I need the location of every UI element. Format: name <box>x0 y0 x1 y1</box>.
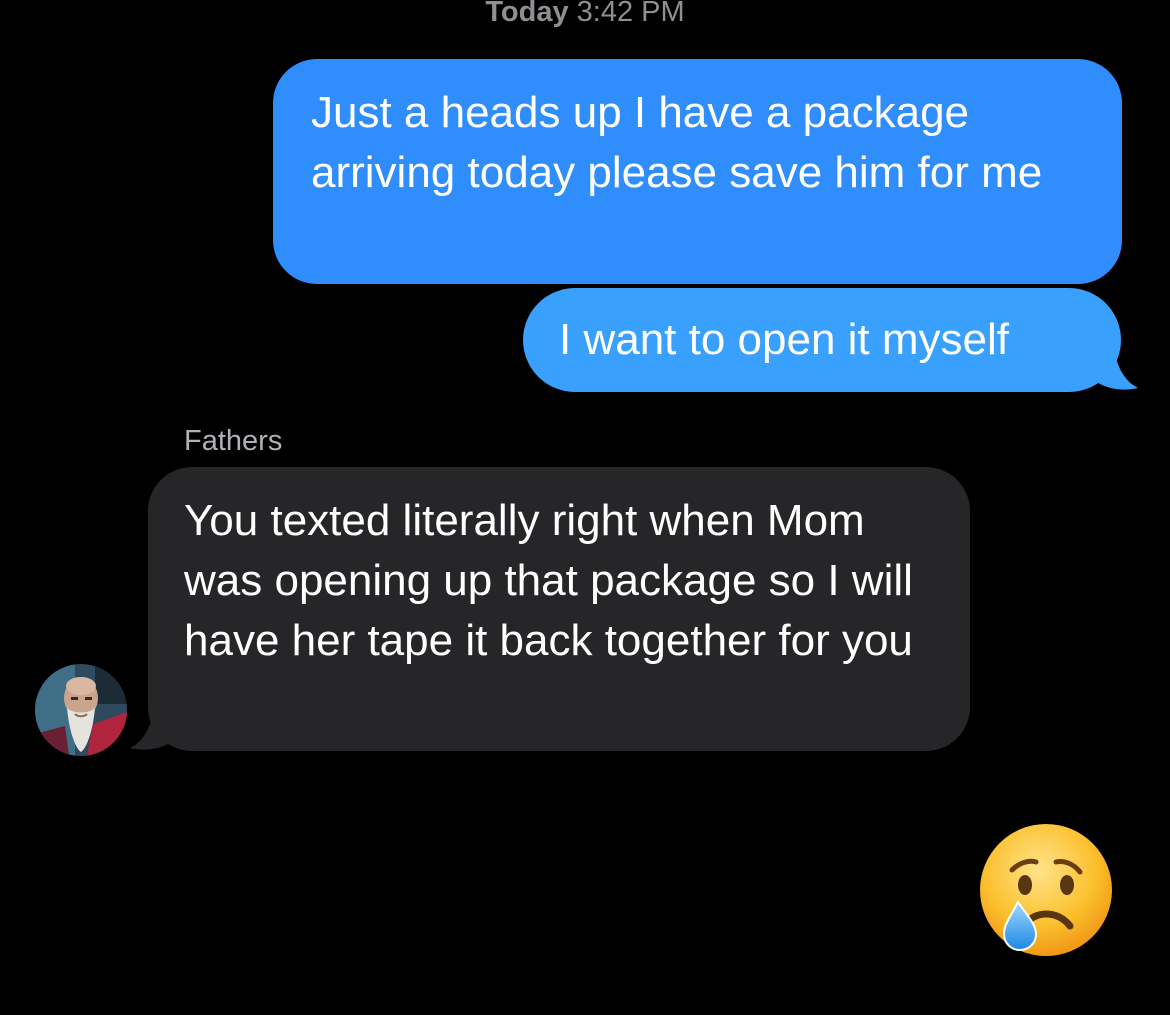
conversation-timestamp: Today 3:42 PM <box>0 0 1170 32</box>
sent-message-bubble[interactable]: I want to open it myself <box>523 288 1121 392</box>
timestamp-time: 3:42 PM <box>576 0 685 28</box>
timestamp-day: Today <box>485 0 569 28</box>
sent-message-bubble[interactable]: Just a heads up I have a package arrivin… <box>273 59 1122 284</box>
message-text: I want to open it myself <box>559 315 1009 364</box>
contact-avatar[interactable] <box>35 664 127 756</box>
sender-name: Fathers <box>184 425 283 457</box>
avatar-photo <box>35 664 127 756</box>
message-text: You texted literally right when Mom was … <box>184 496 913 665</box>
received-message-bubble[interactable]: You texted literally right when Mom was … <box>148 467 970 751</box>
crying-face-emoji[interactable] <box>978 822 1114 958</box>
message-text: Just a heads up I have a package arrivin… <box>311 88 1043 197</box>
